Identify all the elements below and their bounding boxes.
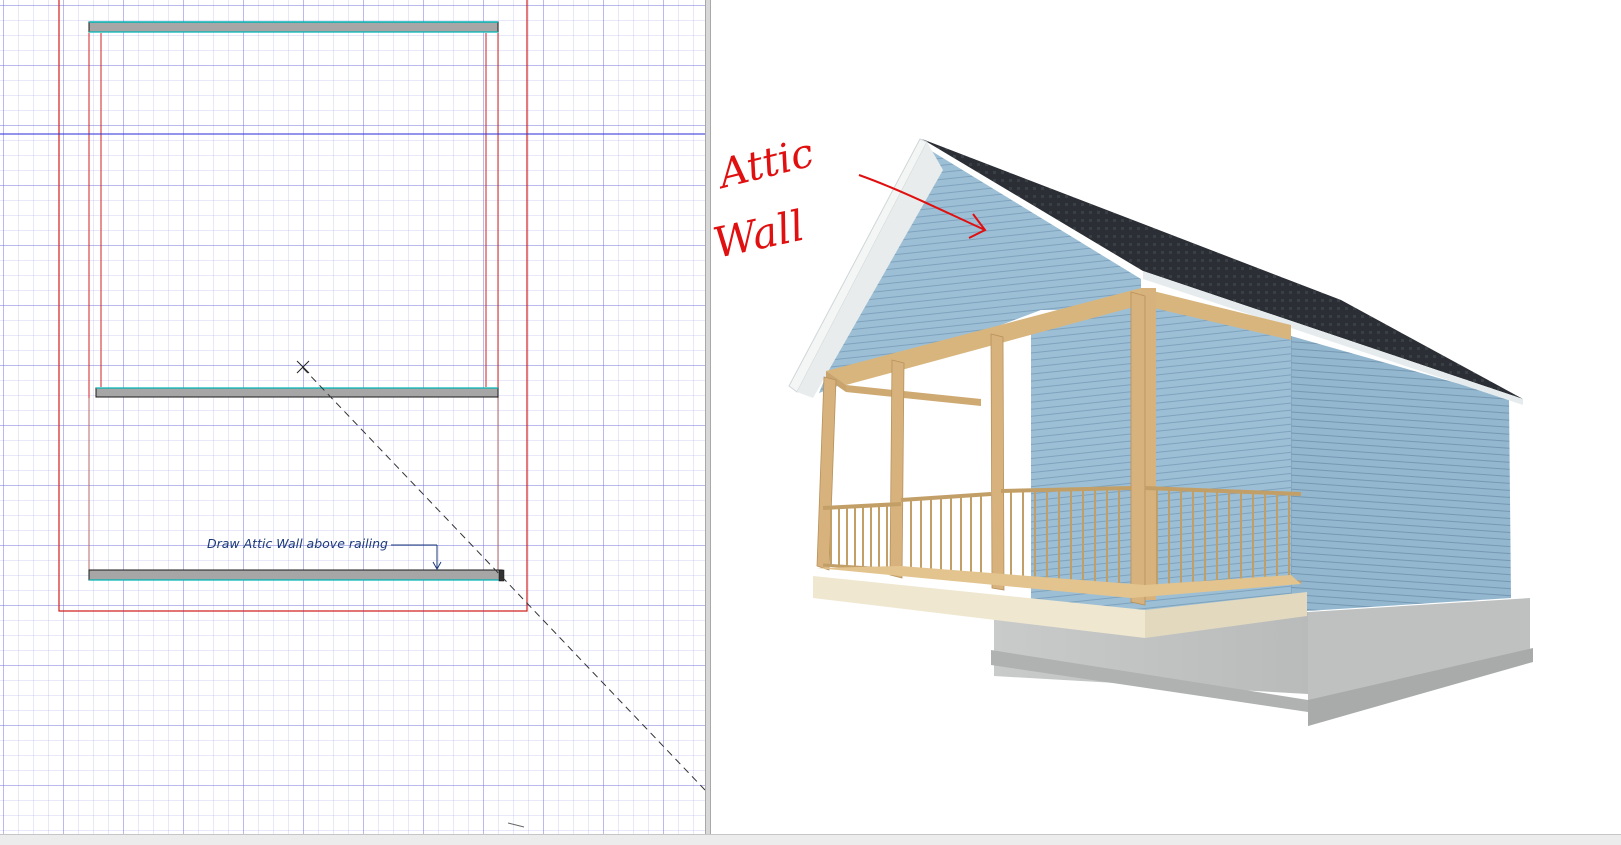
status-bar — [0, 834, 1621, 845]
roof-outline[interactable] — [58, 0, 528, 612]
wall-middle[interactable] — [95, 387, 499, 398]
stray-mark — [507, 822, 525, 828]
cursor-x-icon — [296, 360, 310, 374]
wall-top[interactable] — [88, 21, 499, 33]
annotation-attic: Attic — [711, 130, 818, 199]
wall-bottom-railing[interactable] — [88, 569, 505, 582]
view-3d-canvas[interactable]: Attic Wall — [711, 0, 1621, 834]
callout-leader-arrow-icon — [391, 544, 442, 571]
plan-view-canvas[interactable]: Draw Attic Wall above railing — [0, 0, 705, 834]
callout-text[interactable]: Draw Attic Wall above railing — [207, 536, 388, 551]
annotation-wall: Wall — [711, 201, 809, 268]
